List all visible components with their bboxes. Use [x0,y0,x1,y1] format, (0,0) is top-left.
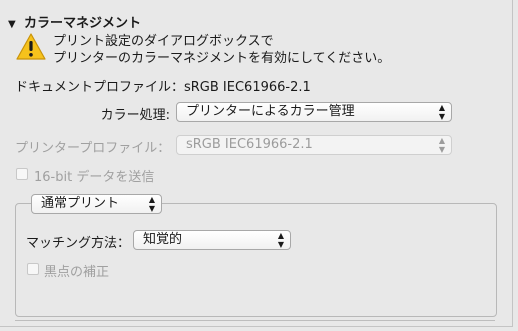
black-point-label: 黒点の補正 [44,265,110,280]
print-mode-value: 通常プリント [41,196,120,211]
warning-line-2: プリンターのカラーマネジメントを有効にしてください。 [53,51,391,66]
warning-message: プリント設定のダイアログボックスで プリンターのカラーマネジメントを有効にしてく… [53,33,390,67]
send-16bit-label: 16-bit データを送信 [34,170,155,185]
black-point-checkbox[interactable] [27,263,39,275]
popup-arrows-icon: ▲ ▼ [438,103,445,121]
section-title: カラーマネジメント [24,16,142,31]
document-profile-text: ドキュメントプロファイル：sRGB IEC61966-2.1 [15,80,311,95]
rendering-intent-popup[interactable]: 知覚的 ▲ ▼ [133,230,291,250]
color-handling-label: カラー処理: [100,108,170,123]
printer-profile-value: sRGB IEC61966-2.1 [186,137,313,152]
section-header[interactable]: ▼ カラーマネジメント [8,12,141,31]
disclosure-triangle-icon[interactable]: ▼ [8,19,20,30]
warning-icon [16,33,46,60]
printer-profile-label: プリンタープロファイル： [15,141,171,156]
print-mode-popup[interactable]: 通常プリント ▲ ▼ [31,194,162,214]
divider [15,320,495,321]
warning-line-1: プリント設定のダイアログボックスで [53,34,274,49]
popup-arrows-icon: ▲ ▼ [277,231,284,249]
color-handling-popup[interactable]: プリンターによるカラー管理 ▲ ▼ [176,102,452,122]
printer-profile-popup[interactable]: sRGB IEC61966-2.1 ▲ ▼ [176,135,452,155]
color-handling-value: プリンターによるカラー管理 [186,104,355,119]
print-mode-group [15,203,497,317]
rendering-intent-label: マッチング方法： [26,236,131,251]
popup-arrows-icon: ▲ ▼ [148,195,155,213]
rendering-intent-value: 知覚的 [143,232,183,247]
send-16bit-checkbox[interactable] [16,168,28,180]
popup-arrows-icon: ▲ ▼ [438,136,445,154]
